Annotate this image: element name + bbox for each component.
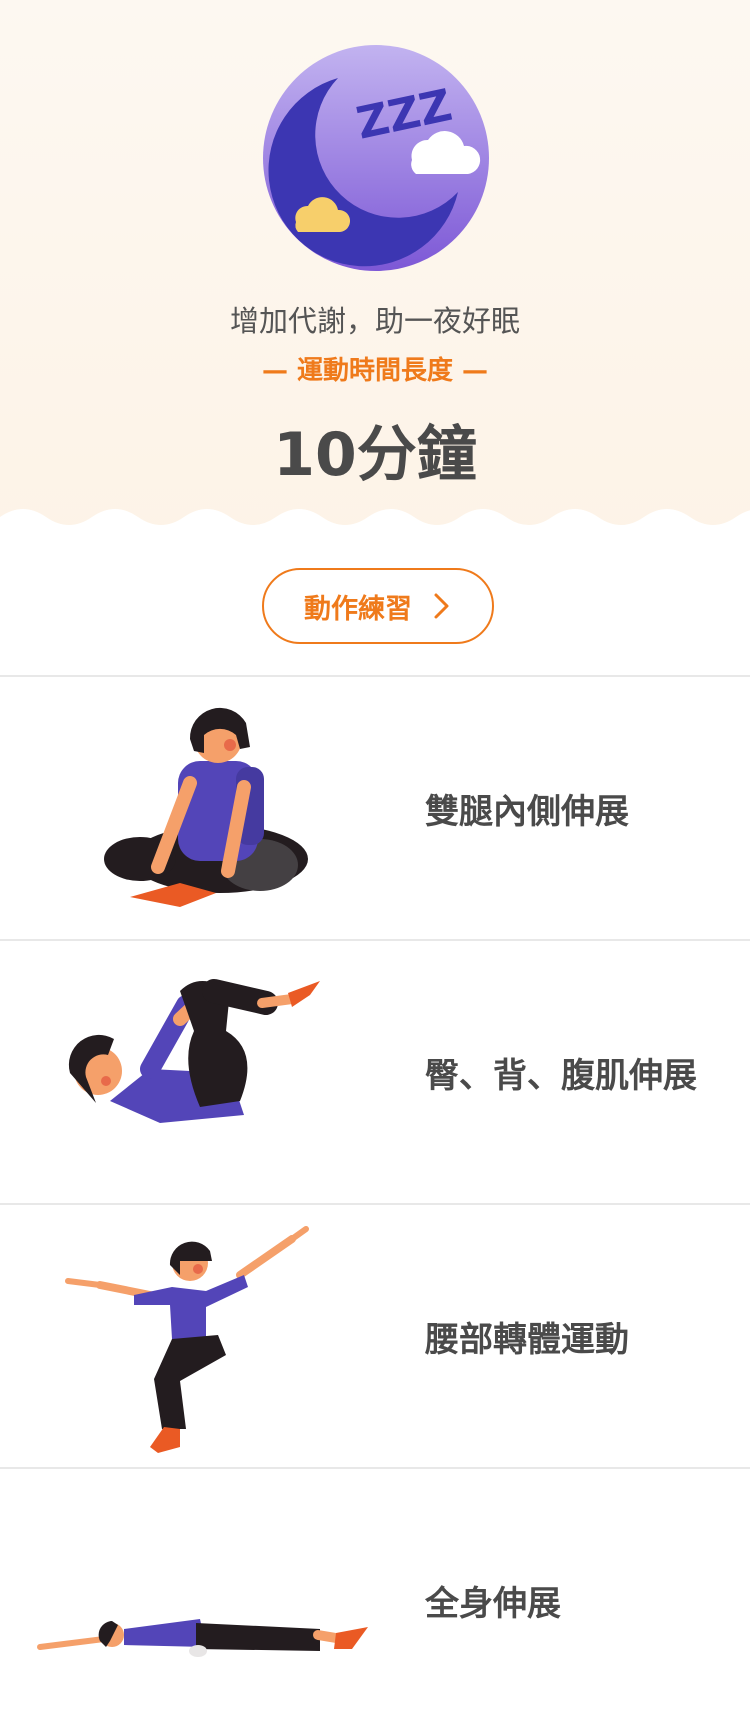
exercise-row[interactable]: 雙腿內側伸展 bbox=[0, 675, 750, 939]
practice-button-label: 動作練習 bbox=[304, 593, 412, 625]
wave-divider bbox=[0, 509, 750, 545]
duration-label: — 運動時間長度 — bbox=[261, 356, 489, 386]
hero-subtitle: 增加代謝，助一夜好眠 bbox=[229, 304, 520, 338]
seated-butterfly-stretch-figure bbox=[104, 707, 308, 907]
moon-sleep-icon: ZZZ bbox=[263, 45, 489, 271]
exercise-row[interactable]: 腰部轉體運動 bbox=[0, 1203, 750, 1467]
practice-button[interactable]: 動作練習 bbox=[262, 568, 494, 644]
exercise-name: 全身伸展 bbox=[425, 1583, 561, 1624]
duration-value: 10分鐘 bbox=[273, 420, 477, 490]
lying-full-body-stretch-figure bbox=[37, 1619, 368, 1657]
hero-section: ZZZ 增加代謝，助一夜好眠 — 運動時間長度 — 10分鐘 bbox=[0, 0, 750, 545]
chevron-right-icon bbox=[434, 593, 449, 619]
knee-hug-stretch-figure bbox=[68, 979, 320, 1123]
exercise-name: 腰部轉體運動 bbox=[425, 1319, 629, 1360]
exercise-list: 雙腿內側伸展 臀、背、腹肌伸展 腰部轉體運動 全身伸展 bbox=[0, 675, 750, 1731]
exercise-row[interactable]: 全身伸展 bbox=[0, 1467, 750, 1731]
exercise-name: 雙腿內側伸展 bbox=[425, 791, 629, 832]
exercise-row[interactable]: 臀、背、腹肌伸展 bbox=[0, 939, 750, 1203]
squat-twist-figure bbox=[65, 1226, 309, 1453]
exercise-name: 臀、背、腹肌伸展 bbox=[425, 1055, 697, 1096]
